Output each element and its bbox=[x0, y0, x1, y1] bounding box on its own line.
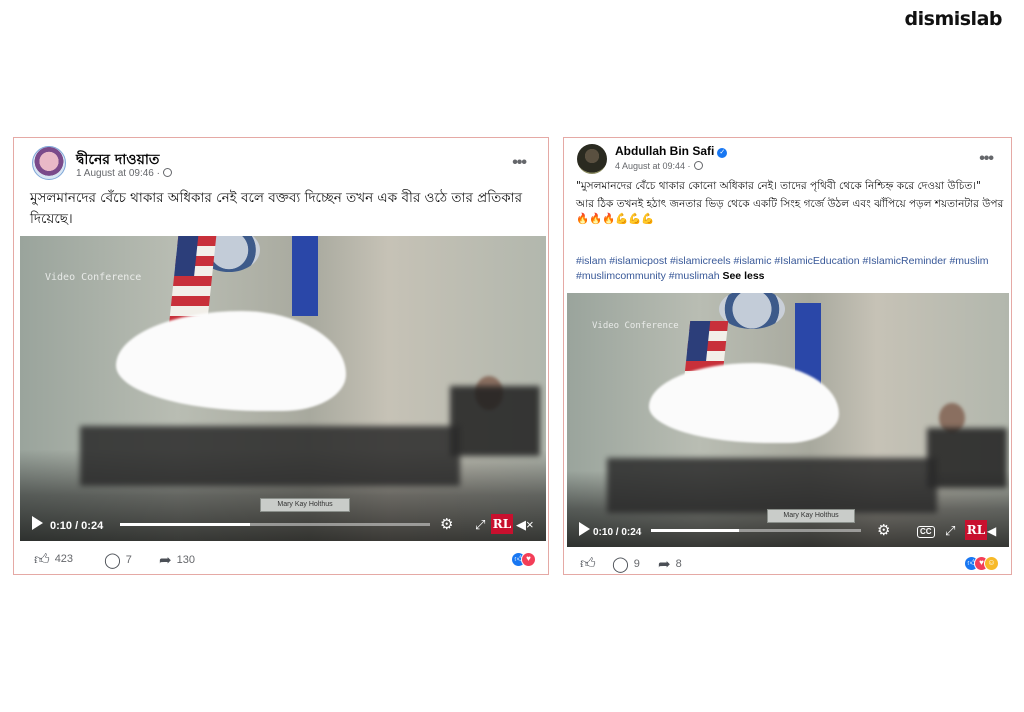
post-hashtags[interactable]: #islam #islamicpost #islamicreels #islam… bbox=[576, 254, 1006, 284]
fullscreen-icon[interactable]: ⤢ bbox=[945, 523, 955, 539]
blurred-figure bbox=[80, 426, 460, 486]
like-button[interactable]: 👍︎ bbox=[580, 555, 601, 573]
speaker-icon[interactable]: ◀ bbox=[987, 523, 996, 539]
facebook-post-left: দ্বীনের দাওয়াত 1 August at 09:46 · ••• … bbox=[13, 137, 549, 575]
blurred-figure bbox=[607, 458, 937, 513]
post-caption: "মুসলমানদের বেঁচে থাকার কোনো অধিকার নেই।… bbox=[576, 179, 1006, 230]
thumbs-up-icon: 👍︎ bbox=[34, 551, 50, 568]
video-progress-bar[interactable] bbox=[651, 529, 861, 532]
love-reaction-icon: ♥ bbox=[521, 552, 536, 567]
post-caption: মুসলমানদের বেঁচে থাকার অধিকার নেই বলে বক… bbox=[30, 190, 523, 227]
state-flag bbox=[292, 236, 318, 316]
video-player[interactable]: Video Conference Mary Kay Holthus 0:10 /… bbox=[20, 236, 546, 541]
rl-badge: RL bbox=[491, 514, 513, 534]
share-arrow-icon: ➦ bbox=[159, 552, 172, 569]
closed-captions-icon[interactable]: CC bbox=[917, 526, 935, 538]
play-icon[interactable] bbox=[579, 522, 590, 536]
like-button[interactable]: 👍︎ 423 bbox=[34, 551, 73, 569]
haha-reaction-icon: ☺ bbox=[984, 556, 999, 571]
more-dots-icon[interactable]: ••• bbox=[979, 150, 994, 168]
comment-button[interactable]: ◯ 9 bbox=[612, 555, 640, 573]
comment-bubble-icon: ◯ bbox=[104, 552, 121, 569]
globe-icon bbox=[693, 161, 703, 170]
post-actions: 👍︎ 423 ◯ 7 ➦ 130 👍︎ ♥ bbox=[14, 546, 548, 574]
share-arrow-icon: ➦ bbox=[658, 556, 671, 573]
video-watermark: Video Conference bbox=[45, 272, 142, 283]
share-button[interactable]: ➦ 8 bbox=[658, 555, 682, 573]
reaction-icons[interactable]: 👍︎ ♥ bbox=[511, 552, 536, 568]
avatar[interactable] bbox=[577, 144, 607, 174]
post-timestamp[interactable]: 1 August at 09:46 · bbox=[76, 168, 172, 179]
court-seal bbox=[719, 293, 785, 329]
blurred-figure bbox=[927, 428, 1007, 488]
white-blur-overlay bbox=[116, 311, 346, 411]
fullscreen-icon[interactable]: ⤢ bbox=[475, 517, 485, 533]
post-header: দ্বীনের দাওয়াত 1 August at 09:46 · ••• bbox=[14, 138, 548, 186]
rl-badge: RL bbox=[965, 520, 987, 540]
video-progress-fill bbox=[120, 523, 251, 526]
blurred-figure bbox=[450, 386, 540, 456]
video-controls: 0:10 / 0:24 ⚙ ⤢ RL ◀× bbox=[20, 507, 546, 541]
speaker-icon[interactable]: ◀× bbox=[516, 517, 534, 533]
video-time: 0:10 / 0:24 bbox=[50, 520, 104, 532]
comment-bubble-icon: ◯ bbox=[612, 556, 629, 573]
facebook-post-right: Abdullah Bin Safi ✓ 4 August at 09:44 · •… bbox=[563, 137, 1012, 575]
video-controls: 0:10 / 0:24 ⚙ CC ⤢ RL ◀ bbox=[567, 513, 1009, 547]
caption-line: "মুসলমানদের বেঁচে থাকার কোনো অধিকার নেই।… bbox=[576, 180, 981, 192]
author-name[interactable]: Abdullah Bin Safi ✓ bbox=[615, 144, 728, 158]
dismislab-logo: dismislab bbox=[904, 8, 1003, 30]
caption-line: আর ঠিক তখনই হঠাৎ জনতার ভিড় থেকে একটি সি… bbox=[576, 198, 1004, 225]
see-less-link[interactable]: See less bbox=[722, 270, 764, 282]
video-progress-fill bbox=[651, 529, 740, 532]
video-time: 0:10 / 0:24 bbox=[593, 527, 642, 538]
avatar[interactable] bbox=[32, 146, 66, 180]
thumbs-up-icon: 👍︎ bbox=[580, 555, 596, 572]
video-progress-bar[interactable] bbox=[120, 523, 430, 526]
globe-icon bbox=[162, 168, 172, 177]
video-player[interactable]: Video Conference Mary Kay Holthus 0:10 /… bbox=[567, 293, 1009, 547]
post-timestamp[interactable]: 4 August at 09:44 · bbox=[615, 161, 703, 171]
gear-icon[interactable]: ⚙ bbox=[440, 517, 453, 533]
gear-icon[interactable]: ⚙ bbox=[877, 523, 890, 539]
play-icon[interactable] bbox=[32, 516, 43, 530]
more-dots-icon[interactable]: ••• bbox=[512, 154, 527, 172]
video-watermark: Video Conference bbox=[592, 321, 679, 331]
comment-button[interactable]: ◯ 7 bbox=[104, 551, 132, 569]
share-button[interactable]: ➦ 130 bbox=[159, 551, 195, 569]
reaction-icons[interactable]: 👍︎ ♥ ☺ bbox=[964, 556, 999, 572]
post-actions: 👍︎ ◯ 9 ➦ 8 👍︎ ♥ ☺ bbox=[564, 550, 1011, 574]
verified-badge-icon: ✓ bbox=[717, 148, 728, 158]
